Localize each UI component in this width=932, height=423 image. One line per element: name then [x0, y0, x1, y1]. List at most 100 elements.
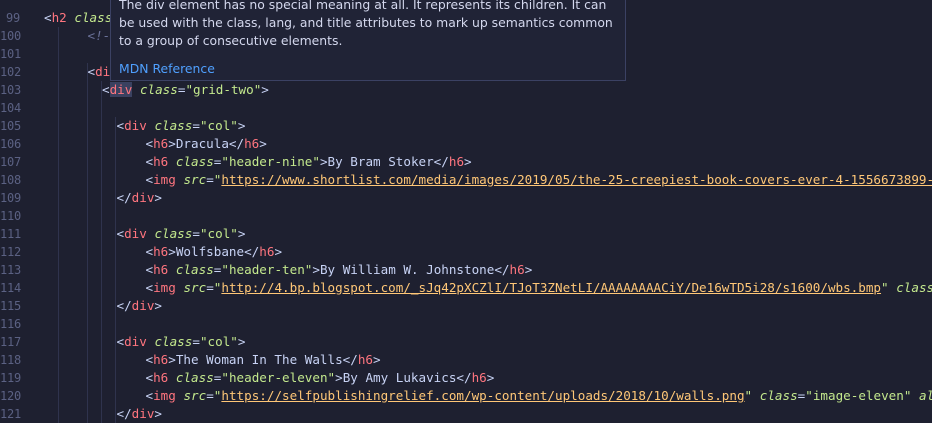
- line-number: 108: [0, 173, 22, 187]
- code-token: >: [237, 226, 246, 241]
- code-line[interactable]: <img src= "http://4.bp.blogspot.com/_sJq4…: [146, 279, 932, 297]
- code-token: h6: [259, 244, 275, 259]
- code-token: <: [145, 172, 154, 187]
- mdn-reference-link[interactable]: MDN Reference: [119, 60, 215, 78]
- code-token: class: [74, 10, 113, 25]
- code-token: img: [153, 388, 176, 403]
- code-token: <: [145, 262, 154, 277]
- code-line[interactable]: <div class="col">: [117, 117, 246, 135]
- code-token: div: [131, 406, 155, 421]
- code-token: <: [87, 64, 96, 79]
- line-number: 106: [0, 137, 22, 151]
- code-token: <: [145, 280, 154, 295]
- code-token: class: [154, 118, 193, 133]
- code-token: <: [116, 334, 125, 349]
- code-token: "image-eleven": [805, 388, 912, 403]
- code-token: <: [44, 10, 52, 25]
- line-number: 121: [0, 407, 22, 421]
- line-number: 113: [0, 263, 22, 277]
- code-line[interactable]: <img src="https://www.shortlist.com/medi…: [146, 171, 932, 189]
- code-line[interactable]: <img src= "https://selfpublishingrelief.c…: [146, 387, 932, 405]
- code-token: =: [192, 334, 200, 349]
- code-line[interactable]: </div>: [117, 297, 163, 315]
- code-token: img: [153, 280, 176, 295]
- code-token: h6: [244, 136, 260, 151]
- code-token: >: [524, 262, 533, 277]
- code-token: >: [154, 406, 163, 421]
- code-token: class: [175, 262, 214, 277]
- code-line[interactable]: <h6>The Woman In The Walls</h6>: [146, 351, 381, 369]
- line-number: 116: [0, 317, 22, 331]
- code-token: "col": [199, 118, 238, 133]
- code-token: div: [131, 298, 155, 313]
- code-line[interactable]: <h6>Wolfsbane</h6>: [146, 243, 283, 261]
- code-token: "grid-two": [185, 82, 262, 97]
- code-token: "col": [199, 226, 238, 241]
- hover-description: The div element has no special meaning a…: [119, 0, 613, 48]
- code-token: "header-nine": [221, 154, 320, 169]
- code-token: </: [116, 406, 132, 421]
- code-line[interactable]: </div>: [117, 189, 163, 207]
- code-token: >By Bram Stoker</: [319, 154, 449, 169]
- code-token: "header-ten": [221, 262, 313, 277]
- code-token: h6: [448, 154, 465, 169]
- line-number: 107: [0, 155, 22, 169]
- code-line[interactable]: </div>: [117, 405, 163, 423]
- code-token: >By Amy Lukavics</: [335, 370, 472, 385]
- code-token: <: [145, 352, 154, 367]
- code-token: >: [486, 370, 495, 385]
- code-line[interactable]: <di: [88, 63, 111, 81]
- code-token: >: [237, 334, 246, 349]
- code-token: h6: [153, 370, 169, 385]
- code-line[interactable]: <h6>Dracula</h6>: [146, 135, 267, 153]
- code-token: >: [154, 190, 163, 205]
- code-token: <: [145, 388, 154, 403]
- code-token: div: [131, 190, 155, 205]
- code-token: >: [373, 352, 381, 367]
- line-number: 99: [5, 11, 20, 25]
- line-number: 120: [0, 389, 22, 403]
- line-number: 105: [0, 119, 22, 133]
- indent-guide: [58, 27, 59, 423]
- code-line[interactable]: <!-: [88, 27, 111, 45]
- code-token: >The Woman In The Walls</: [168, 352, 358, 367]
- indent-guide: [87, 63, 88, 423]
- line-number: 102: [0, 65, 22, 79]
- code-token: src: [183, 172, 207, 187]
- indent-guide: [115, 117, 116, 423]
- code-token: <: [145, 244, 154, 259]
- line-number: 103: [0, 83, 22, 97]
- code-line[interactable]: <h6 class="header-eleven">By Amy Lukavic…: [146, 369, 495, 387]
- code-editor[interactable]: 99 100 101 102 103 104 105 106 107 108 109 110 111 11…: [0, 0, 932, 423]
- code-token: >: [259, 136, 267, 151]
- code-token: <!-: [87, 28, 111, 43]
- code-line[interactable]: <h6 class="header-ten">By William W. Joh…: [146, 261, 533, 279]
- code-line[interactable]: <div class="col">: [117, 225, 246, 243]
- code-token: =: [192, 118, 200, 133]
- code-line[interactable]: <div class="grid-two">: [102, 81, 269, 99]
- line-number-gutter: 99 100 101 102 103 104 105 106 107 108 109 110 111 11…: [0, 0, 32, 423]
- code-token: "header-eleven": [221, 370, 336, 385]
- code-line[interactable]: <div class="col">: [117, 333, 246, 351]
- code-line[interactable]: <h6 class="header-nine">By Bram Stoker</…: [146, 153, 472, 171]
- code-token: >By William W. Johnstone</: [312, 262, 510, 277]
- code-token: class: [154, 226, 193, 241]
- code-token: https://selfpublishingrelief.com/wp-cont…: [221, 388, 745, 403]
- code-token: h2: [51, 10, 67, 25]
- code-token: >: [464, 154, 472, 169]
- code-token: https://www.shortlist.com/media/images/2…: [221, 172, 932, 187]
- code-token: >Wolfsbane</: [168, 244, 260, 259]
- code-token: =: [206, 280, 214, 295]
- code-token: <: [116, 226, 125, 241]
- indent-guide: [101, 81, 102, 423]
- code-token: div: [124, 226, 147, 241]
- code-token: div: [124, 334, 147, 349]
- code-line[interactable]: <h2 class: [44, 9, 112, 27]
- code-token: di: [95, 64, 111, 79]
- code-token: =: [206, 172, 214, 187]
- code-token: h6: [153, 262, 169, 277]
